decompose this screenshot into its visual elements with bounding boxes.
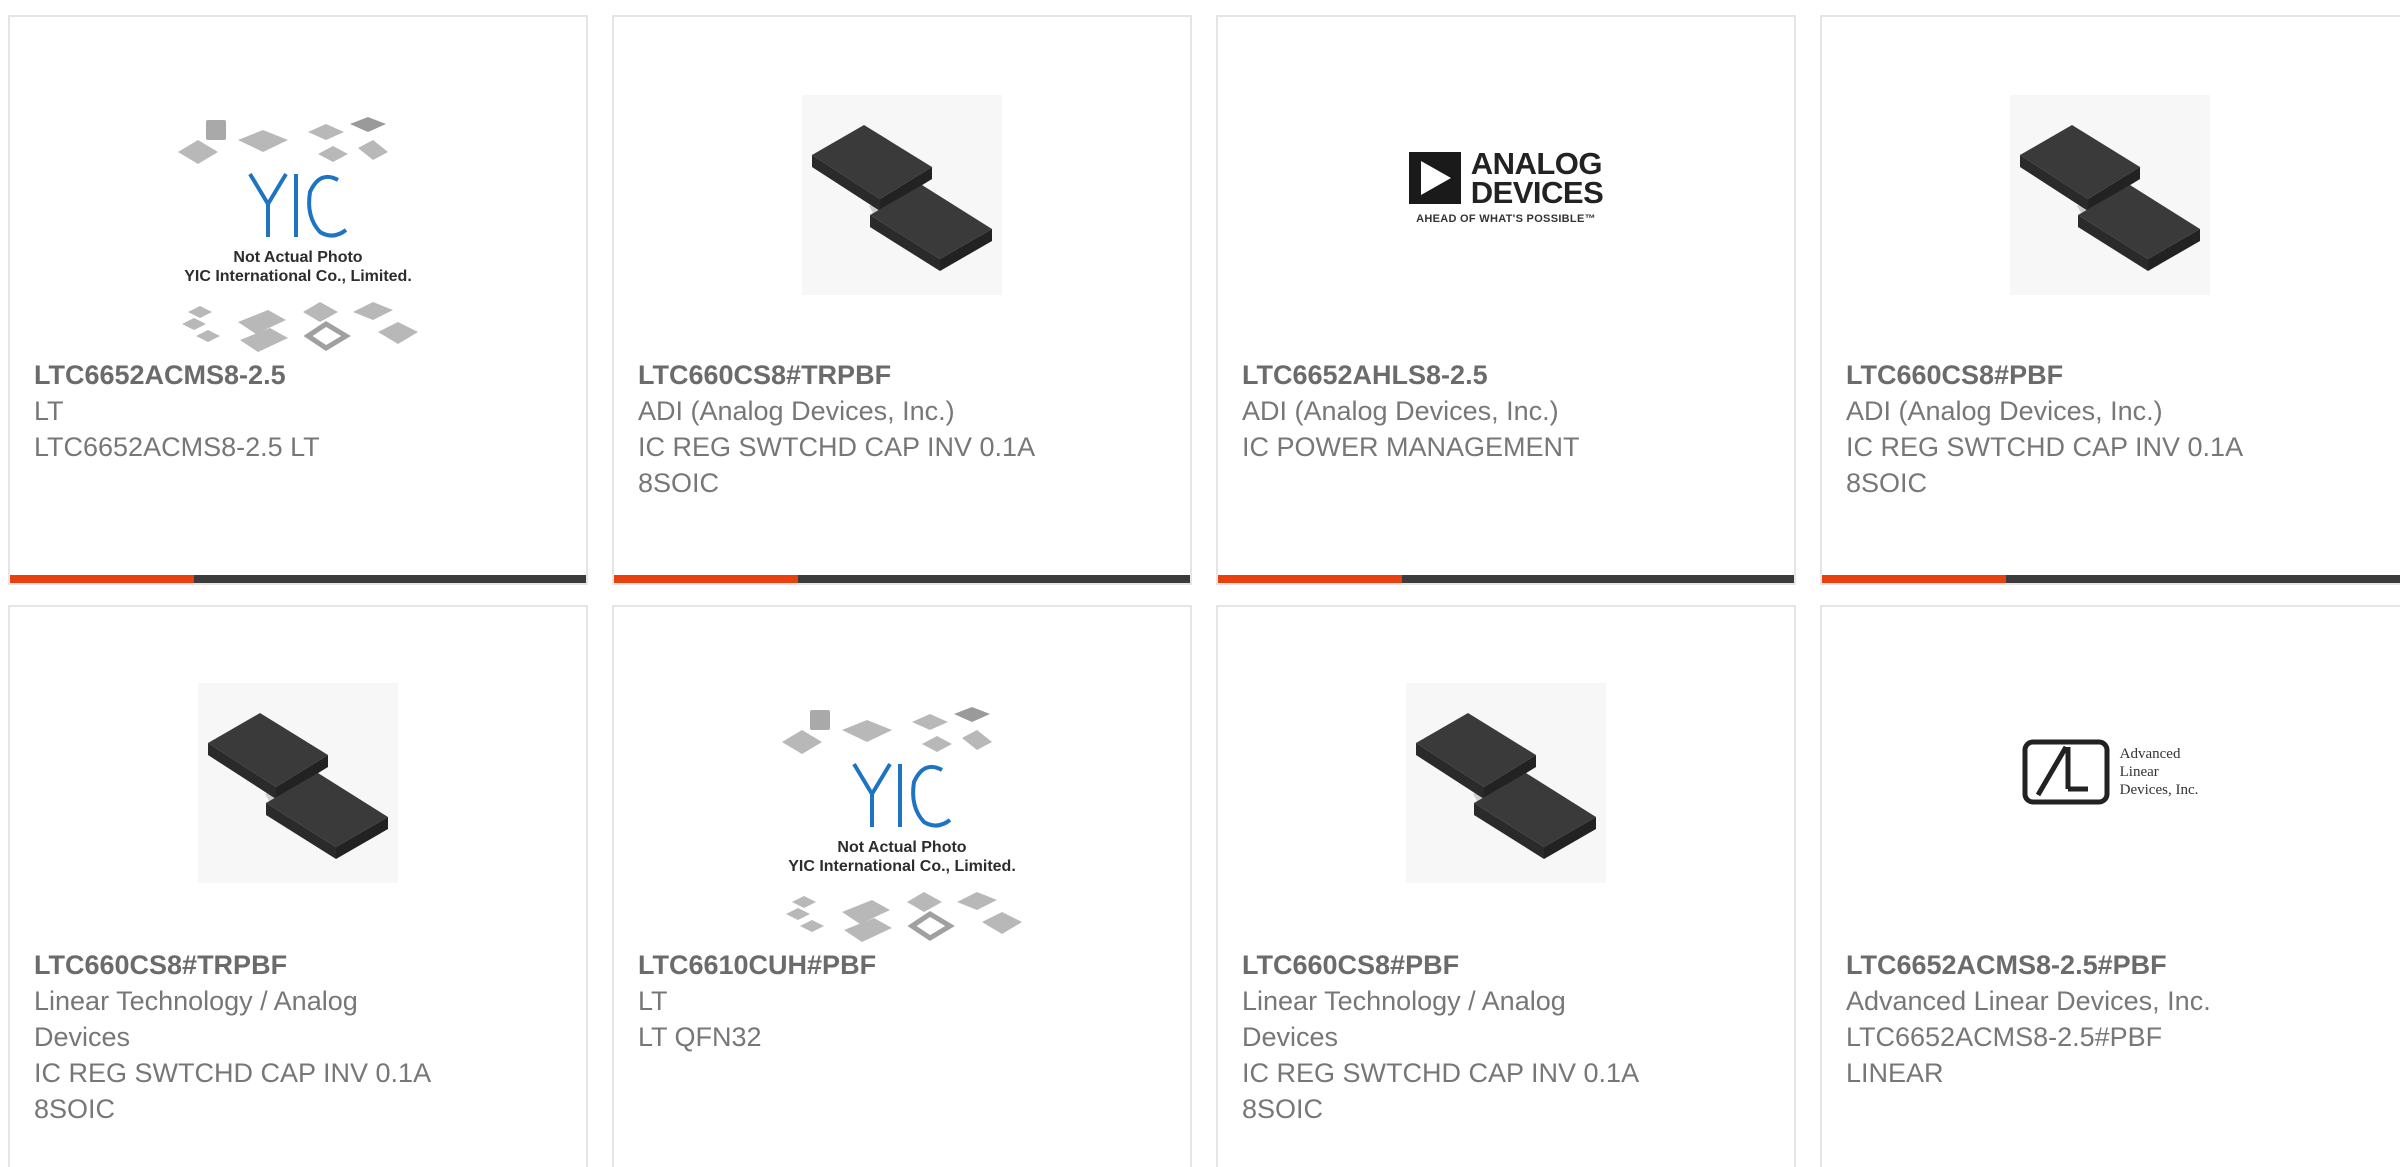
product-grid: Not Actual Photo YIC International Co., …: [0, 0, 2400, 1167]
card-accent-bar: [614, 575, 798, 583]
chip-icon: [208, 712, 388, 859]
product-image[interactable]: [1218, 675, 1794, 890]
product-image[interactable]: [614, 87, 1190, 302]
part-number-link[interactable]: LTC660CS8#PBF: [1846, 357, 2384, 393]
card-bottom-bar: [614, 575, 1190, 583]
product-description: IC REG SWTCHD CAP INV 0.1A 8SOIC: [1846, 432, 2242, 498]
product-image[interactable]: Not Actual Photo YIC International Co., …: [10, 102, 586, 362]
product-info: LTC660CS8#TRPBF ADI (Analog Devices, Inc…: [638, 357, 1166, 501]
product-info: LTC6652ACMS8-2.5 LT LTC6652ACMS8-2.5 LT: [34, 357, 562, 465]
product-card[interactable]: Advanced Linear Devices, Inc. LTC6652ACM…: [1820, 605, 2400, 1167]
yic-placeholder-image: Not Actual Photo YIC International Co., …: [168, 112, 428, 352]
card-accent-bar: [1822, 575, 2006, 583]
manufacturer-name: Advanced Linear Devices, Inc.: [1846, 986, 2211, 1016]
yic-placeholder-image: Not Actual Photo YIC International Co., …: [772, 702, 1032, 942]
product-image[interactable]: Not Actual Photo YIC International Co., …: [614, 692, 1190, 952]
chip-icon: [1416, 712, 1596, 859]
product-image[interactable]: [10, 675, 586, 890]
soic8-chip-photo: [802, 94, 1002, 295]
analog-devices-logo: ANALOG DEVICES AHEAD OF WHAT'S POSSIBLE™: [1408, 146, 1604, 225]
product-info: LTC660CS8#TRPBF Linear Technology / Anal…: [34, 947, 562, 1127]
manufacturer-name: ADI (Analog Devices, Inc.): [1846, 396, 2163, 426]
product-card[interactable]: Not Actual Photo YIC International Co., …: [612, 605, 1192, 1167]
analog-devices-logo-text: ANALOG DEVICES: [1470, 146, 1604, 210]
chip-icon: [2020, 124, 2200, 271]
chip-collage-icon: [782, 707, 1022, 942]
card-bottom-bar: [10, 575, 586, 583]
product-info: LTC660CS8#PBF Linear Technology / Analog…: [1242, 947, 1770, 1127]
product-description: IC POWER MANAGEMENT: [1242, 432, 1580, 462]
manufacturer-name: LT: [34, 396, 64, 426]
product-card[interactable]: Not Actual Photo YIC International Co., …: [8, 15, 588, 585]
soic8-chip-photo: [198, 682, 398, 883]
placeholder-caption: Not Actual Photo YIC International Co., …: [184, 249, 412, 285]
part-number-link[interactable]: LTC660CS8#PBF: [1242, 947, 1770, 983]
soic8-chip-photo: [2010, 94, 2210, 295]
card-bottom-bar: [1218, 575, 1794, 583]
product-card[interactable]: LTC660CS8#TRPBF ADI (Analog Devices, Inc…: [612, 15, 1192, 585]
manufacturer-name: Linear Technology / Analog Devices: [34, 986, 358, 1052]
soic8-chip-photo: [1406, 682, 1606, 883]
product-image[interactable]: [1822, 87, 2398, 302]
chip-icon: [812, 124, 992, 271]
card-accent-bar: [10, 575, 194, 583]
product-card[interactable]: LTC660CS8#PBF Linear Technology / Analog…: [1216, 605, 1796, 1167]
manufacturer-name: ADI (Analog Devices, Inc.): [1242, 396, 1559, 426]
part-number-link[interactable]: LTC6610CUH#PBF: [638, 947, 1166, 983]
part-number-link[interactable]: LTC6652ACMS8-2.5: [34, 357, 562, 393]
product-description: LTC6652ACMS8-2.5#PBF LINEAR: [1846, 1022, 2163, 1088]
part-number-link[interactable]: LTC6652AHLS8-2.5: [1242, 357, 1770, 393]
product-info: LTC6610CUH#PBF LT LT QFN32: [638, 947, 1166, 1055]
card-bottom-bar: [1822, 575, 2400, 583]
product-description: IC REG SWTCHD CAP INV 0.1A 8SOIC: [638, 432, 1034, 498]
analog-devices-tagline: AHEAD OF WHAT'S POSSIBLE™: [1416, 213, 1596, 225]
ald-logo-text: Advanced Linear Devices, Inc.: [2119, 746, 2199, 798]
product-info: LTC660CS8#PBF ADI (Analog Devices, Inc.)…: [1846, 357, 2384, 501]
product-description: LT QFN32: [638, 1022, 762, 1052]
product-description: LTC6652ACMS8-2.5 LT: [34, 432, 320, 462]
placeholder-caption: Not Actual Photo YIC International Co., …: [788, 839, 1016, 875]
product-info: LTC6652ACMS8-2.5#PBF Advanced Linear Dev…: [1846, 947, 2384, 1091]
part-number-link[interactable]: LTC660CS8#TRPBF: [638, 357, 1166, 393]
ald-logo-mark-icon: [2022, 739, 2110, 805]
product-card[interactable]: LTC660CS8#PBF ADI (Analog Devices, Inc.)…: [1820, 15, 2400, 585]
product-image[interactable]: Advanced Linear Devices, Inc.: [1822, 732, 2398, 812]
chip-collage-icon: [178, 117, 418, 352]
manufacturer-name: ADI (Analog Devices, Inc.): [638, 396, 955, 426]
product-card[interactable]: LTC660CS8#TRPBF Linear Technology / Anal…: [8, 605, 588, 1167]
manufacturer-name: LT: [638, 986, 668, 1016]
part-number-link[interactable]: LTC660CS8#TRPBF: [34, 947, 562, 983]
product-description: IC REG SWTCHD CAP INV 0.1A 8SOIC: [34, 1058, 430, 1124]
advanced-linear-devices-logo: Advanced Linear Devices, Inc.: [2022, 739, 2199, 805]
manufacturer-name: Linear Technology / Analog Devices: [1242, 986, 1566, 1052]
card-accent-bar: [1218, 575, 1402, 583]
product-image[interactable]: ANALOG DEVICES AHEAD OF WHAT'S POSSIBLE™: [1218, 137, 1794, 237]
part-number-link[interactable]: LTC6652ACMS8-2.5#PBF: [1846, 947, 2384, 983]
analog-devices-triangle-icon: [1408, 152, 1461, 204]
product-card[interactable]: ANALOG DEVICES AHEAD OF WHAT'S POSSIBLE™…: [1216, 15, 1796, 585]
product-description: IC REG SWTCHD CAP INV 0.1A 8SOIC: [1242, 1058, 1638, 1124]
product-info: LTC6652AHLS8-2.5 ADI (Analog Devices, In…: [1242, 357, 1770, 465]
